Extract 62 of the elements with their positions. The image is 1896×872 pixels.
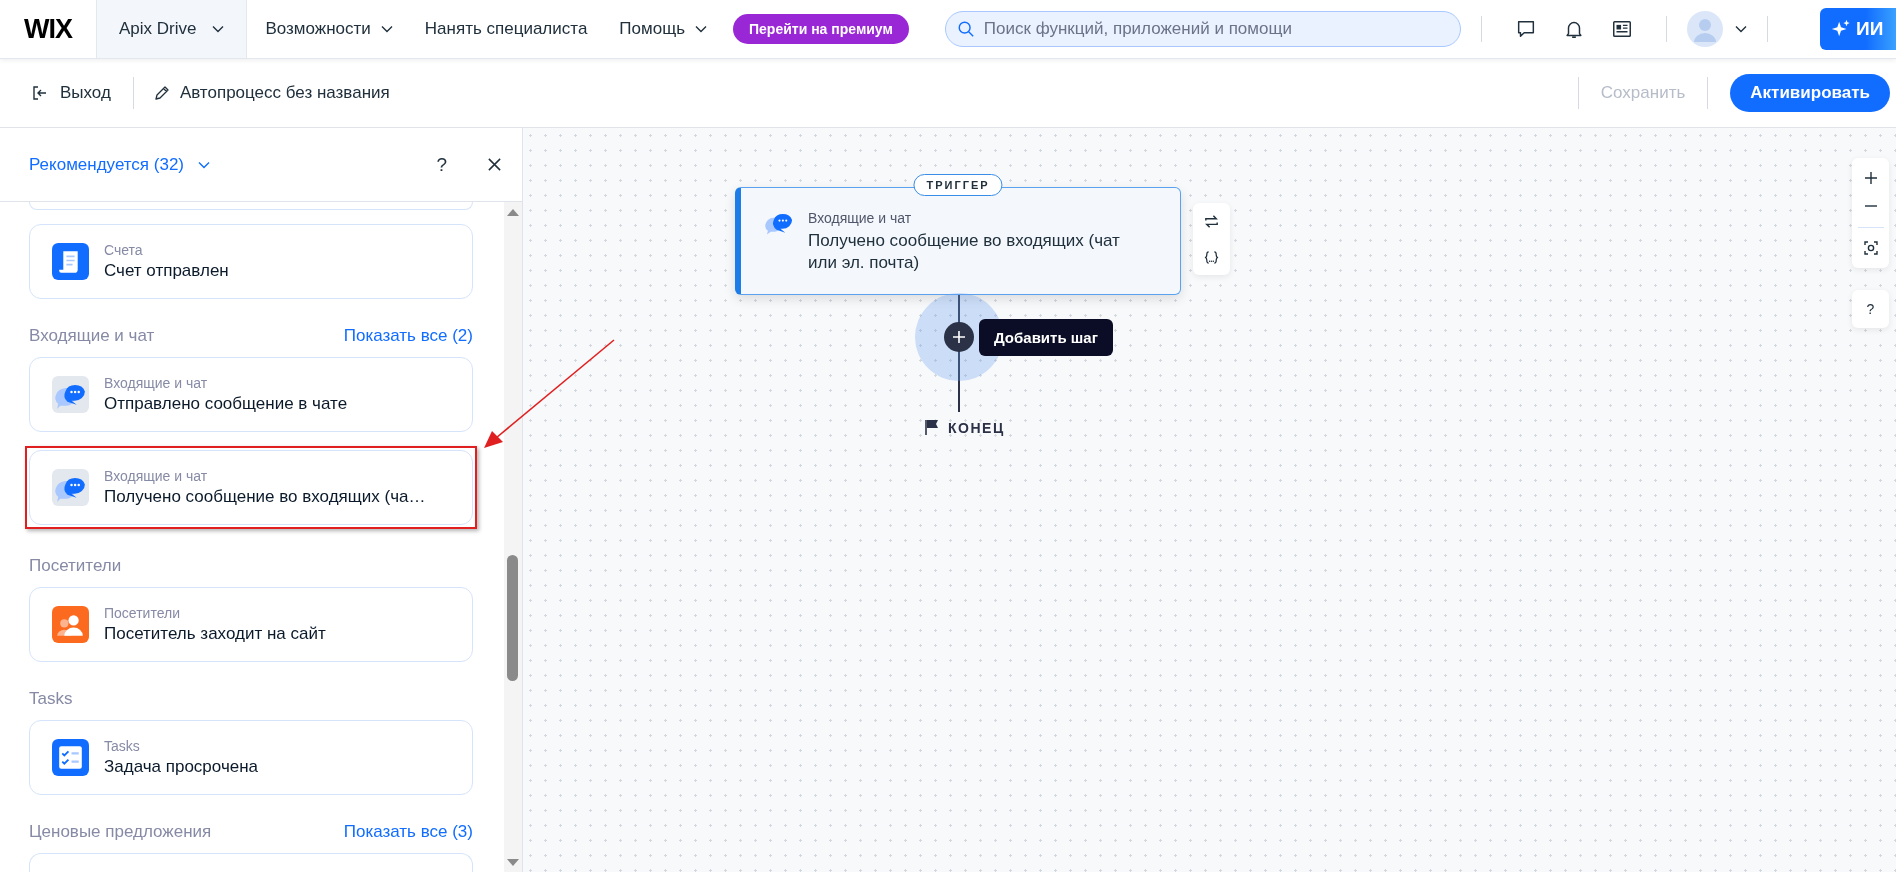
section-heading: Входящие и чат xyxy=(29,326,155,346)
help-button[interactable]: ? xyxy=(1852,290,1889,328)
search-icon xyxy=(956,20,975,38)
show-all-link[interactable]: Показать все (2) xyxy=(343,326,473,346)
section-heading: Посетители xyxy=(29,556,122,576)
chevron-down-icon xyxy=(212,25,225,33)
card-title: Посетитель заходит на сайт xyxy=(104,624,326,644)
automation-title[interactable]: Автопроцесс без названия xyxy=(179,83,390,103)
scrollbar[interactable] xyxy=(504,202,522,872)
card-title: Отправлено сообщение в чате xyxy=(104,394,348,414)
scroll-up-icon[interactable] xyxy=(507,208,519,216)
zoom-in-icon[interactable] xyxy=(1862,170,1879,187)
filter-dropdown[interactable]: Рекомендуется (32) xyxy=(29,154,211,175)
add-step-tooltip: Добавить шаг xyxy=(979,319,1113,356)
card-title: Получено сообщение во входящих (ча… xyxy=(104,487,426,507)
people-icon xyxy=(52,606,89,643)
checklist-icon xyxy=(52,739,89,776)
ai-button[interactable]: ИИ xyxy=(1820,8,1896,50)
node-title: Получено сообщение во входящих (чат или эл. почта) xyxy=(808,230,1121,274)
menu-item[interactable]: Возможности xyxy=(265,19,393,39)
section-heading: Tasks xyxy=(29,689,73,709)
close-icon[interactable] xyxy=(487,157,502,172)
site-selector[interactable]: Apix Drive xyxy=(96,0,248,58)
scroll-down-icon[interactable] xyxy=(507,859,519,867)
menu-item[interactable]: Нанять специалиста xyxy=(424,19,588,39)
trigger-badge: ТРИГГЕР xyxy=(913,174,1003,196)
add-step-plus-icon[interactable] xyxy=(944,322,974,352)
menu-item[interactable]: Помощь xyxy=(619,19,707,39)
chat-bubbles-icon xyxy=(52,469,89,506)
trigger-card[interactable]: Посетители Посетитель заходит на сайт xyxy=(29,587,473,662)
card-category: Входящие и чат xyxy=(104,375,209,391)
end-label: КОНЕЦ xyxy=(948,420,1005,436)
upgrade-button[interactable]: Перейти на премиум xyxy=(733,14,909,44)
scrollbar-thumb[interactable] xyxy=(507,555,518,681)
chevron-down-icon xyxy=(198,160,211,169)
exit-icon xyxy=(32,85,48,101)
section-heading: Ценовые предложения xyxy=(29,822,212,842)
wix-logo[interactable]: WIX xyxy=(24,13,72,45)
card-category: Входящие и чат xyxy=(104,468,209,484)
card-title: Задача просрочена xyxy=(104,757,259,777)
chat-bubbles-icon xyxy=(52,376,89,413)
variables-icon[interactable] xyxy=(1203,248,1220,266)
trigger-card[interactable]: Входящие и чат Отправлено сообщение в чате xyxy=(29,357,473,432)
pencil-icon[interactable] xyxy=(153,85,170,101)
search-field[interactable]: Поиск функций, приложений и помощи xyxy=(944,11,1461,47)
chevron-down-icon[interactable] xyxy=(1734,25,1747,33)
newspaper-icon[interactable] xyxy=(1610,18,1633,40)
card-category: Счета xyxy=(104,242,144,258)
trigger-card[interactable]: Tasks Задача просрочена xyxy=(29,720,473,795)
document-icon xyxy=(52,243,89,280)
trigger-card[interactable]: Счета Счет отправлен xyxy=(29,224,473,299)
fit-to-screen-icon[interactable] xyxy=(1862,239,1879,256)
card-title: Счет отправлен xyxy=(104,261,229,281)
help-button[interactable]: ? xyxy=(436,153,447,176)
node-category: Входящие и чат xyxy=(808,210,913,226)
exit-button[interactable]: Выход xyxy=(32,83,111,103)
trigger-card[interactable]: Входящие и чат Получено сообщение во входящих (ча… xyxy=(29,450,473,525)
flag-icon xyxy=(925,419,939,435)
card-category: Tasks xyxy=(104,738,141,754)
card-category: Посетители xyxy=(104,605,181,621)
show-all-link[interactable]: Показать все (3) xyxy=(343,822,473,842)
activate-button[interactable]: Активировать xyxy=(1730,74,1890,112)
